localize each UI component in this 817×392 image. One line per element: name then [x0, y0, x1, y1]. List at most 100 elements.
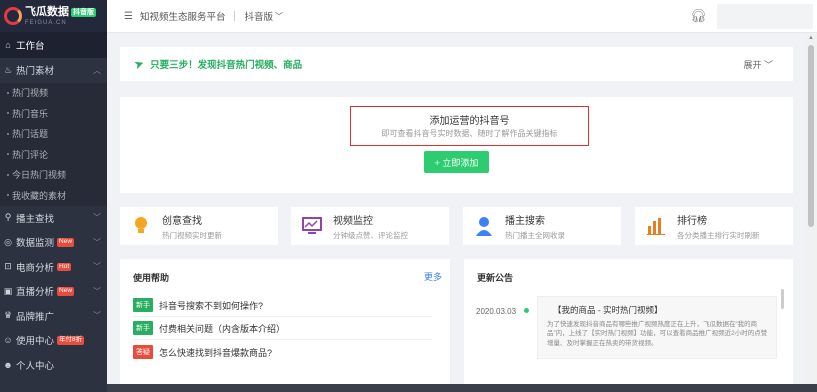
sidebar-item-label: 电商分析 — [16, 262, 55, 274]
announcement-item-body: 为了快速发现抖音商品有哪些推广视频热度正在上升，飞瓜数据在“我的商品”内，上线了… — [547, 321, 768, 347]
feature-video-monitor[interactable]: 视频监控 分钟级点赞、评论监控 — [291, 207, 449, 245]
sidebar-item-label: 使用中心 — [16, 336, 55, 348]
sidebar-item-label: 直播分析 — [16, 287, 55, 299]
sidebar-item-label: 工作台 — [16, 41, 45, 52]
help-item[interactable]: 答疑 怎么快速找到抖音爆款商品? — [133, 345, 272, 359]
sidebar-item-label: 个人中心 — [16, 360, 55, 372]
help-item-text: 付费相关问题（内含版本介绍） — [159, 323, 286, 334]
feature-subtitle: 各分类播主排行实时刷新 — [677, 230, 760, 240]
sidebar-item-label: 品牌推广 — [16, 311, 55, 323]
feature-title: 播主搜索 — [505, 215, 545, 227]
discount-badge: 年付8折 — [57, 336, 85, 345]
sidebar-subitem-label: 热门评论 — [12, 149, 49, 160]
sidebar-item-label: 播主查找 — [16, 213, 55, 225]
sidebar-subitem-label: 热门话题 — [12, 129, 49, 140]
main-content: ➤ 只要三步！发现抖音热门视频、商品 展开 ﹀ 添加运营的抖音号 即可查看抖音号… — [107, 33, 805, 392]
logo-mark-icon — [4, 7, 22, 25]
feature-leaderboard[interactable]: 排行榜 各分类播主排行实时刷新 — [635, 207, 793, 245]
sidebar-subitem-hot-topics[interactable]: 热门话题 — [0, 123, 107, 144]
sidebar-item-data-monitor[interactable]: ◎ 数据监测 New ﹀ — [0, 230, 107, 255]
logo-title: 飞瓜数据 — [25, 5, 69, 18]
help-card: 使用帮助 更多 新手 抖音号搜索不到如何操作? 新手 付费相关问题（内含版本介绍… — [120, 259, 450, 392]
feature-streamer-search[interactable]: 播主搜索 热门播主全网收录 — [463, 207, 621, 245]
announcement-title: 更新公告 — [477, 273, 514, 283]
new-badge: New — [57, 287, 75, 296]
new-badge: New — [57, 238, 75, 247]
page-scrollbar[interactable]: ▲ ▼ — [805, 33, 817, 392]
expand-button[interactable]: 展开 ﹀ — [743, 58, 773, 71]
sidebar-subitem-label: 今日热门视频 — [12, 170, 67, 181]
add-account-button[interactable]: + 立即添加 — [424, 151, 489, 173]
feature-creative-search[interactable]: 创意查找 热门视频实时更新 — [120, 207, 278, 245]
chevron-down-icon: ﹀ — [93, 311, 101, 321]
logo[interactable]: 飞瓜数据 抖音版 FEIGUA.CN — [0, 0, 107, 32]
sidebar-item-brand-promo[interactable]: ♛ 品牌推广 ﹀ — [0, 304, 107, 329]
feature-title: 视频监控 — [333, 215, 373, 227]
feature-subtitle: 分钟级点赞、评论监控 — [333, 230, 408, 240]
announcement-date: 2020.03.03 — [476, 307, 517, 316]
help-item-text: 抖音号搜索不到如何操作? — [159, 300, 264, 311]
timeline-dot — [524, 308, 529, 313]
notice-text: 只要三步！发现抖音热门视频、商品 — [150, 60, 303, 71]
sidebar-subitem-label: 热门音乐 — [12, 108, 49, 119]
chevron-down-icon: ﹀ — [93, 213, 101, 223]
logo-badge: 抖音版 — [71, 7, 96, 17]
bar-chart-icon — [646, 216, 666, 236]
help-item[interactable]: 新手 付费相关问题（内含版本介绍） — [133, 321, 432, 340]
menu-toggle-icon[interactable]: ☰ — [124, 11, 133, 22]
add-account-card: 添加运营的抖音号 即可查看抖音号实时数据、随时了解作品关键指标 + 立即添加 — [120, 97, 793, 193]
feature-subtitle: 热门视频实时更新 — [162, 230, 222, 240]
announcement-item-title: 【我的商品 - 实时热门视频】 — [553, 305, 663, 315]
announcement-scrollbar[interactable] — [781, 289, 784, 309]
user-icon — [474, 216, 494, 236]
sidebar-item-hot-materials[interactable]: ♨ 热门素材 ︿ — [0, 58, 107, 83]
sidebar-item-usage-center[interactable]: ☺ 使用中心 年付8折 — [0, 328, 107, 353]
more-link[interactable]: 更多 — [424, 270, 442, 283]
sidebar-subitem-favorites[interactable]: 我收藏的素材 — [0, 185, 107, 206]
chevron-down-icon: ﹀ — [93, 286, 101, 296]
home-icon: ⌂ — [5, 40, 11, 50]
divider — [234, 11, 236, 21]
paper-plane-icon: ➤ — [131, 55, 147, 73]
chevron-down-icon: ﹀ — [93, 237, 101, 247]
sidebar-subitem-hot-videos[interactable]: 热门视频 — [0, 82, 107, 103]
platform-name[interactable]: 知视频生态服务平台 — [140, 9, 226, 23]
chevron-up-icon: ︿ — [93, 65, 101, 75]
newbie-badge: 新手 — [133, 298, 153, 312]
sidebar-item-personal-center[interactable]: ☻ 个人中心 — [0, 353, 107, 378]
announcement-item[interactable]: 【我的商品 - 实时热门视频】 为了快速发现抖音商品有哪些推广视频热度正在上升，… — [537, 296, 777, 359]
person-icon: ☻ — [3, 359, 13, 370]
scroll-up-icon[interactable]: ▲ — [808, 35, 814, 41]
chart-monitor-icon — [302, 216, 322, 236]
topbar: ☰ 知视频生态服务平台 抖音版 ﹀ 🎧︎ — [107, 0, 817, 33]
sidebar-item-label: 热门素材 — [16, 66, 55, 78]
sidebar-item-streamer-search[interactable]: ⚲ 播主查找 ﹀ — [0, 206, 107, 231]
sidebar-item-live-analysis[interactable]: ▣ 直播分析 New ﹀ — [0, 279, 107, 304]
headset-icon[interactable]: 🎧︎ — [690, 8, 707, 24]
help-item[interactable]: 新手 抖音号搜索不到如何操作? — [133, 298, 432, 317]
faq-badge: 答疑 — [133, 345, 153, 359]
add-account-subtitle: 即可查看抖音号实时数据、随时了解作品关键指标 — [381, 129, 558, 138]
chevron-down-icon: ﹀ — [93, 262, 101, 272]
version-selector[interactable]: 抖音版 — [244, 9, 273, 23]
feature-title: 创意查找 — [162, 215, 202, 227]
sidebar-subitem-hot-comments[interactable]: 热门评论 — [0, 144, 107, 165]
sidebar-item-workbench[interactable]: ⌂ 工作台 — [0, 32, 107, 58]
announcement-card: 更新公告 2020.03.03 【我的商品 - 实时热门视频】 为了快速发现抖音… — [464, 259, 793, 392]
search-icon: ⚲ — [4, 212, 12, 223]
fire-icon: ♨ — [3, 64, 13, 75]
newbie-badge: 新手 — [133, 321, 153, 335]
brand-icon: ♛ — [3, 310, 13, 321]
sidebar-subitem-today-hot-videos[interactable]: 今日热门视频 — [0, 164, 107, 185]
onboarding-notice: ➤ 只要三步！发现抖音热门视频、商品 展开 ﹀ — [120, 47, 793, 81]
user-center-icon: ☺ — [3, 335, 13, 346]
sidebar-subitem-hot-music[interactable]: 热门音乐 — [0, 103, 107, 124]
logo-subtitle: FEIGUA.CN — [25, 19, 67, 26]
chevron-down-icon[interactable]: ﹀ — [275, 11, 283, 22]
scrollbar-thumb[interactable] — [808, 45, 814, 227]
hot-badge: Hot — [57, 262, 72, 271]
user-account-area[interactable] — [717, 4, 813, 29]
sidebar-item-ecommerce[interactable]: ⊡ 电商分析 Hot ﹀ — [0, 255, 107, 280]
sidebar-subitem-label: 我收藏的素材 — [12, 190, 67, 201]
sidebar-item-label: 数据监测 — [16, 238, 55, 250]
